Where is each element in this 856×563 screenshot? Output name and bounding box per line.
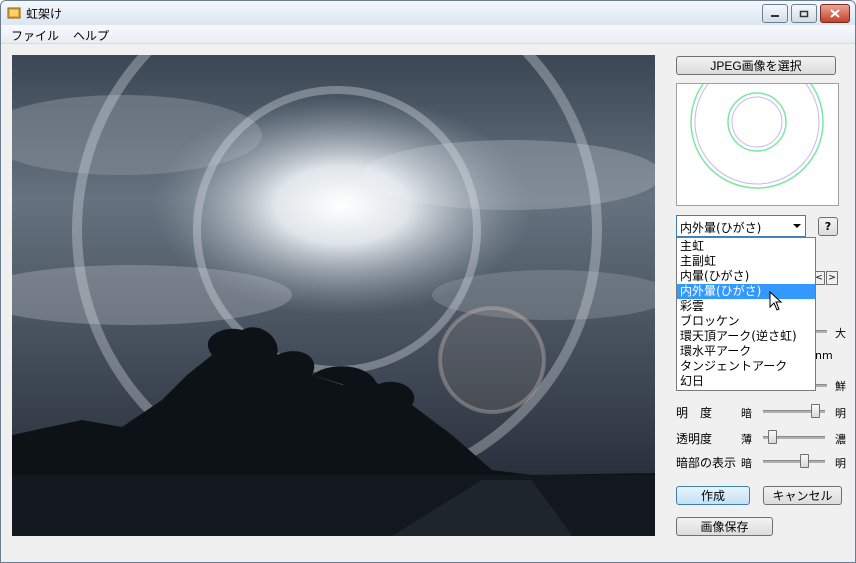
mouse-cursor-icon [769, 291, 783, 311]
size-slider-track-fragment [815, 330, 827, 333]
shadow-display-label: 暗部の表示 [676, 456, 737, 470]
brightness-right-label: 明 [835, 407, 846, 420]
menu-file[interactable]: ファイル [11, 27, 59, 44]
brightness-label: 明 度 [676, 406, 713, 420]
step-right-button[interactable]: > [826, 271, 838, 285]
cancel-button[interactable]: キャンセル [763, 486, 842, 505]
halo-preview [676, 55, 839, 206]
menu-bar: ファイル ヘルプ [1, 25, 855, 44]
brightness-slider-thumb[interactable] [811, 404, 820, 418]
dropdown-item[interactable]: 環水平アーク [677, 344, 815, 359]
halo-preview-image [690, 55, 824, 189]
brightness-left-label: 暗 [741, 407, 752, 420]
save-image-button[interactable]: 画像保存 [676, 517, 773, 536]
dropdown-item[interactable]: 幻日 [677, 374, 815, 389]
dropdown-item[interactable]: 環天頂アーク(逆さ虹) [677, 329, 815, 344]
dropdown-item[interactable]: ブロッケン [677, 314, 815, 329]
maximize-icon [799, 10, 809, 17]
transparency-label: 透明度 [676, 432, 713, 446]
create-button[interactable]: 作成 [676, 486, 750, 505]
effect-combo[interactable]: 内外暈(ひがさ) [676, 215, 806, 237]
saturation-slider-track-fragment [815, 384, 827, 387]
dropdown-item-selected[interactable]: 内外暈(ひがさ) [677, 284, 815, 299]
maximize-button[interactable] [791, 4, 817, 23]
nm-unit-label: nm [815, 349, 833, 362]
dropdown-item[interactable]: 主副虹 [677, 254, 815, 269]
halo-photo-image [12, 55, 655, 536]
minimize-icon [771, 14, 779, 17]
dropdown-item[interactable]: 内暈(ひがさ) [677, 269, 815, 284]
transparency-right-label: 濃 [835, 433, 846, 446]
shadow-display-slider-thumb[interactable] [800, 454, 809, 468]
app-window: 虹架け ファイル ヘルプ JPEG画像を選択 内外暈(ひがさ) ? < > 大 … [0, 0, 856, 563]
dropdown-item[interactable]: タンジェントアーク [677, 359, 815, 374]
effect-combo-value: 内外暈(ひがさ) [680, 221, 762, 235]
transparency-left-label: 薄 [741, 433, 752, 446]
dropdown-item[interactable]: 主虹 [677, 239, 815, 254]
effect-dropdown-list[interactable]: 主虹 主副虹 内暈(ひがさ) 内外暈(ひがさ) 彩雲 ブロッケン 環天頂アーク(… [676, 237, 816, 391]
close-icon [830, 9, 840, 18]
vivid-label: 鮮 [835, 380, 846, 393]
shadow-display-left-label: 暗 [741, 457, 752, 470]
app-icon [7, 7, 21, 19]
minimize-button[interactable] [762, 4, 788, 23]
photo-canvas[interactable] [12, 55, 655, 536]
shadow-display-slider-track[interactable] [763, 460, 825, 463]
help-button[interactable]: ? [818, 217, 838, 236]
chevron-down-icon [793, 224, 801, 228]
window-title: 虹架け [26, 7, 63, 21]
dropdown-item[interactable]: 彩雲 [677, 299, 815, 314]
select-jpeg-button[interactable]: JPEG画像を選択 [676, 56, 836, 75]
shadow-display-right-label: 明 [835, 457, 846, 470]
transparency-slider-thumb[interactable] [768, 430, 777, 444]
menu-help[interactable]: ヘルプ [73, 27, 109, 44]
title-bar[interactable]: 虹架け [1, 1, 855, 25]
large-label: 大 [835, 327, 846, 340]
close-button[interactable] [820, 4, 850, 23]
